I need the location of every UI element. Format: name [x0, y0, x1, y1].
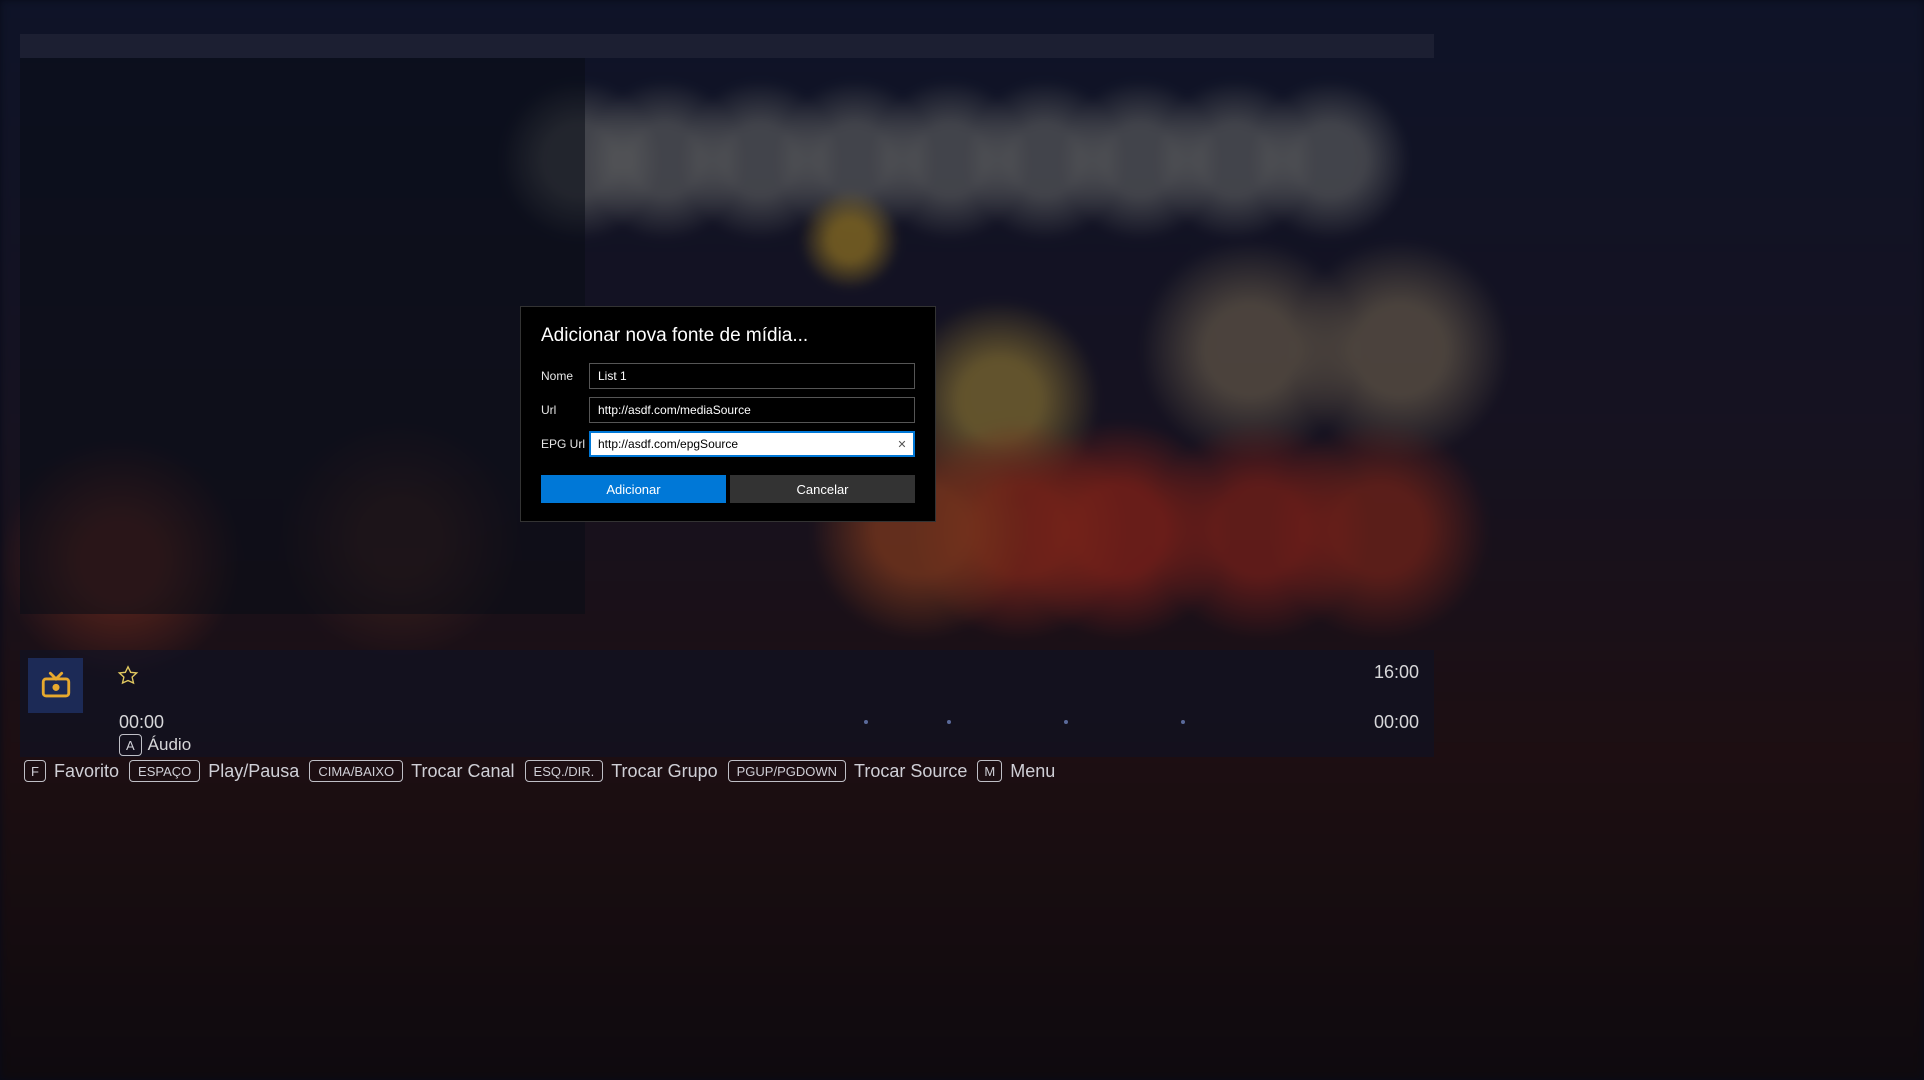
video-preview-panel [20, 58, 585, 614]
name-label: Nome [541, 369, 589, 383]
osd-time-start: 00:00 [119, 712, 164, 733]
audio-key: A [119, 734, 142, 756]
add-button[interactable]: Adicionar [541, 475, 726, 503]
header-strip [20, 34, 1434, 58]
osd-time-end: 00:00 [1374, 712, 1419, 733]
epg-url-label: EPG Url [541, 437, 589, 451]
osd-bar: 00:00 16:00 00:00 A Áudio [20, 650, 1434, 757]
keyhint-trocar-canal: CIMA/BAIXO Trocar Canal [309, 760, 514, 782]
keyhint-favorito: F Favorito [24, 760, 119, 782]
keyhint-bar: F Favorito ESPAÇO Play/Pausa CIMA/BAIXO … [24, 760, 1055, 782]
dialog-title: Adicionar nova fonte de mídia... [541, 325, 915, 347]
add-media-source-dialog: Adicionar nova fonte de mídia... Nome Ur… [520, 306, 936, 522]
epg-url-input[interactable] [589, 431, 915, 457]
audio-label: Áudio [148, 735, 191, 755]
osd-audio-hint: A Áudio [119, 734, 191, 756]
cancel-button[interactable]: Cancelar [730, 475, 915, 503]
keyhint-trocar-source: PGUP/PGDOWN Trocar Source [728, 760, 968, 782]
url-label: Url [541, 403, 589, 417]
keyhint-trocar-grupo: ESQ./DIR. Trocar Grupo [525, 760, 718, 782]
clear-input-icon[interactable]: ✕ [894, 436, 910, 452]
keyhint-playpause: ESPAÇO Play/Pausa [129, 760, 299, 782]
url-input[interactable] [589, 397, 915, 423]
tv-icon [39, 669, 73, 703]
osd-progress-dots [160, 722, 1334, 723]
favorite-star-icon[interactable] [117, 665, 139, 687]
name-input[interactable] [589, 363, 915, 389]
osd-time-end-top: 16:00 [1374, 662, 1419, 683]
keyhint-menu: M Menu [977, 760, 1055, 782]
channel-logo [28, 658, 83, 713]
